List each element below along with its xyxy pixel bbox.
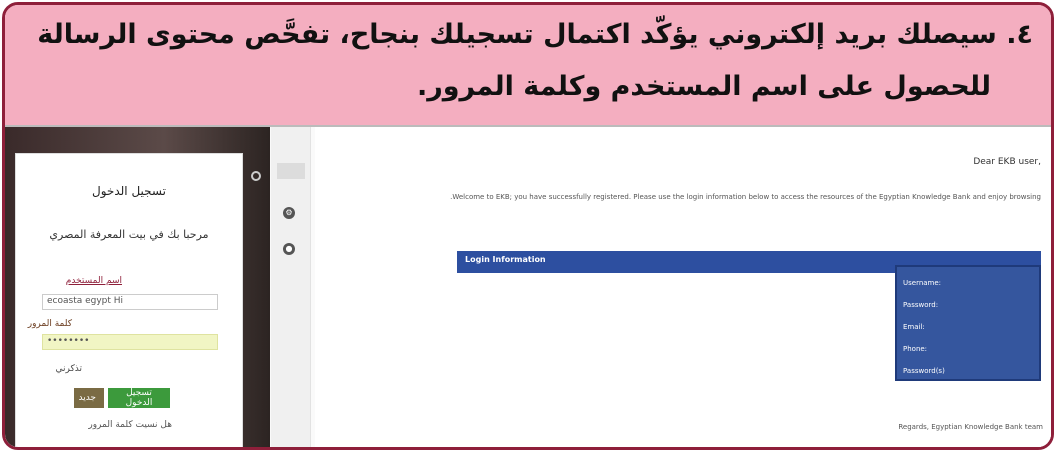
- email-paragraph: Welcome to EKB; you have successfully re…: [450, 193, 1041, 201]
- login-panel: تسجيل الدخول مرحبا بك في بيت المعرفة الم…: [15, 153, 243, 447]
- forgot-password-link[interactable]: هل نسيت كلمة المرور: [88, 420, 172, 430]
- cred-line: Username:: [903, 279, 942, 287]
- password-input[interactable]: ••••••••: [42, 334, 218, 350]
- email-body: Dear EKB user, Welcome to EKB; you have …: [315, 127, 1051, 447]
- email-greeting: Dear EKB user,: [973, 157, 1041, 167]
- mail-sidebar: ⚙ ●: [271, 127, 311, 447]
- cred-line: Phone:: [903, 345, 928, 353]
- sidebar-tab[interactable]: [277, 163, 305, 179]
- cred-line: Password(s): [903, 367, 945, 375]
- instruction-line-2: للحصول على اسم المستخدم وكلمة المرور.: [416, 71, 991, 102]
- cred-line: Password:: [903, 301, 939, 309]
- figure-frame: ٤. سيصلك بريد إلكتروني يؤكّد اكتمال تسجي…: [2, 2, 1054, 450]
- email-footer: Regards, Egyptian Knowledge Bank team: [898, 423, 1043, 431]
- login-subtitle: مرحبا بك في بيت المعرفة المصري: [49, 228, 209, 241]
- new-account-button[interactable]: جديد: [74, 388, 104, 408]
- instruction-line-1: ٤. سيصلك بريد إلكتروني يؤكّد اكتمال تسجي…: [37, 19, 1033, 50]
- login-button[interactable]: تسجيل الدخول: [108, 388, 170, 408]
- screenshot-area: تسجيل الدخول مرحبا بك في بيت المعرفة الم…: [5, 125, 1051, 447]
- username-input[interactable]: ecoasta egypt Hi: [42, 294, 218, 310]
- cred-line: Email:: [903, 323, 925, 331]
- instruction-banner: ٤. سيصلك بريد إلكتروني يؤكّد اكتمال تسجي…: [5, 5, 1051, 125]
- user-icon[interactable]: ●: [283, 243, 295, 255]
- username-label: اسم المستخدم: [65, 276, 122, 286]
- settings-icon[interactable]: ⚙: [283, 207, 295, 219]
- remember-me-checkbox[interactable]: تذكرني: [56, 364, 83, 374]
- password-label: كلمة المرور: [27, 319, 72, 329]
- login-title: تسجيل الدخول: [92, 184, 166, 198]
- credentials-box: Username: Password: Email: Phone: Passwo…: [895, 265, 1041, 381]
- circle-icon: [251, 171, 261, 181]
